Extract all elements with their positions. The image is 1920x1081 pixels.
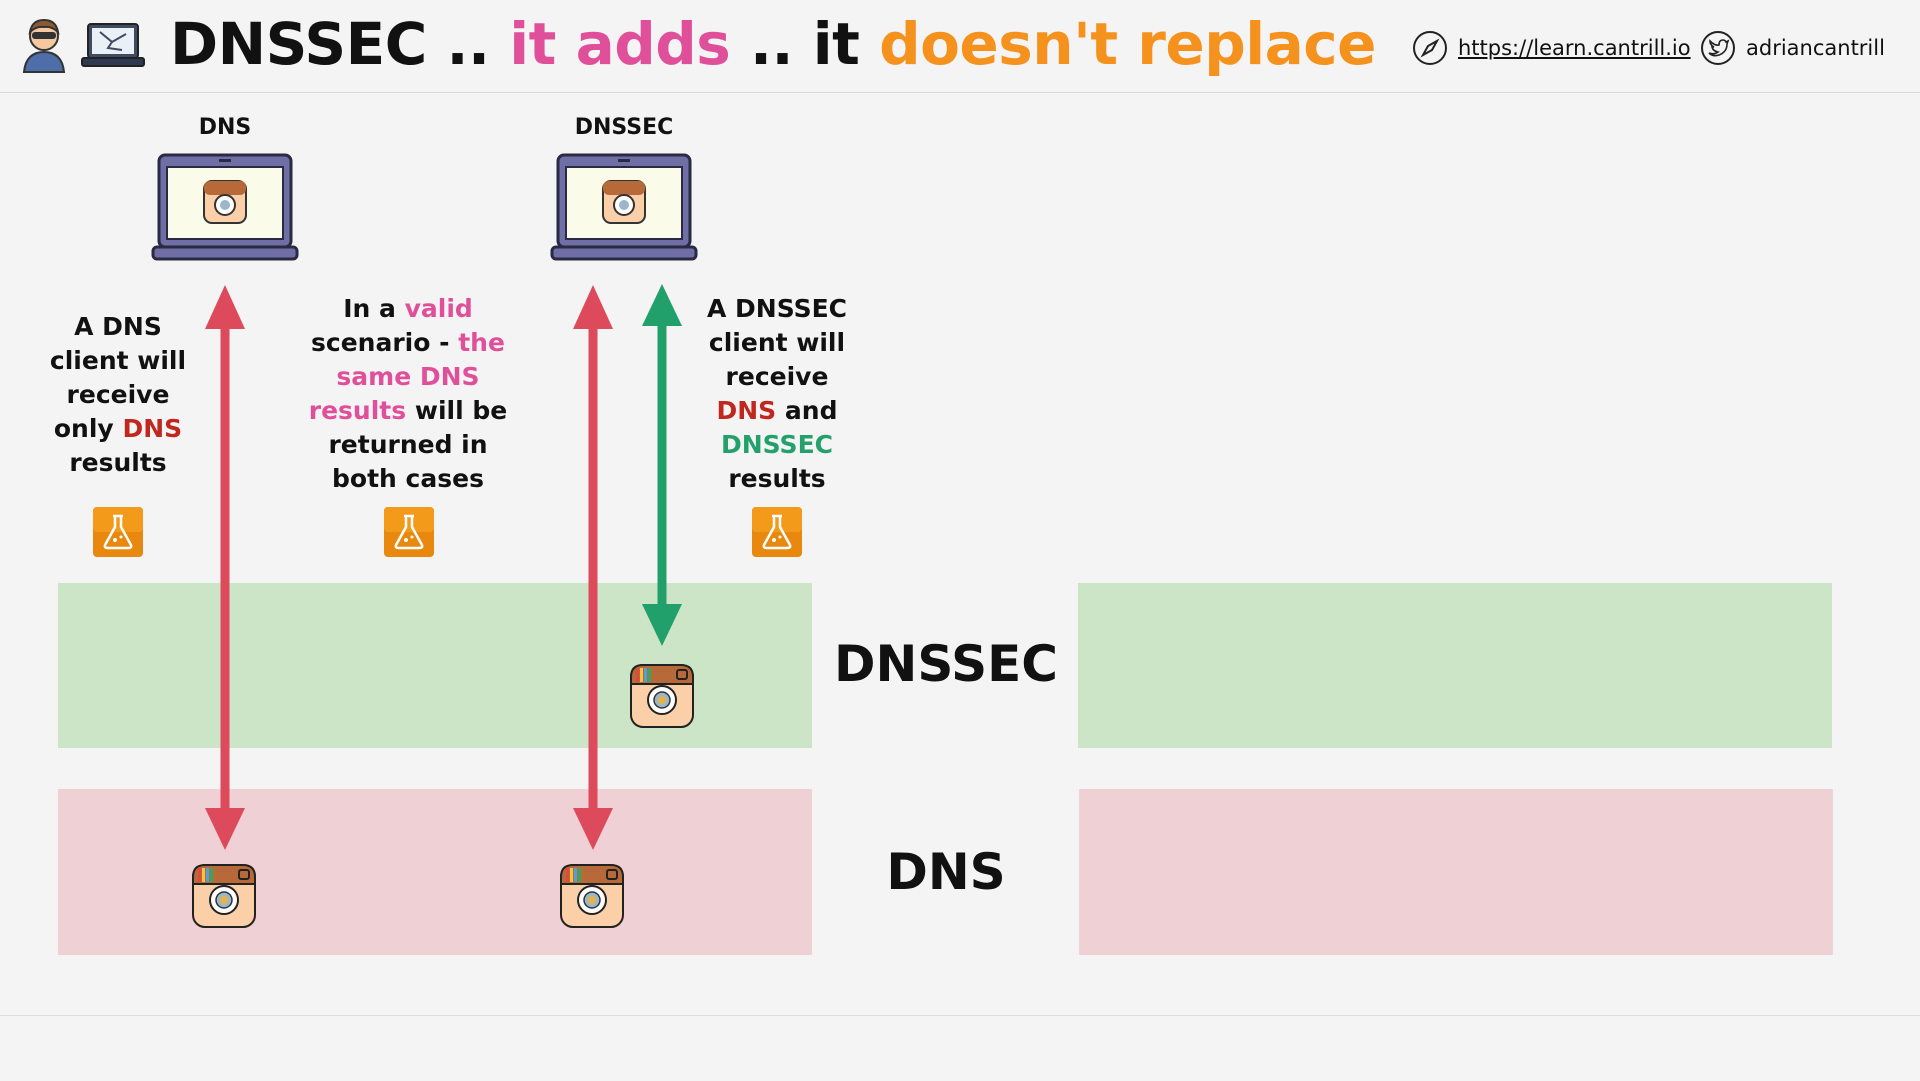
note-line: DNS and (692, 394, 862, 428)
title-part-dnssec: DNSSEC .. (170, 10, 490, 78)
valid-scenario-note: In a valid scenario - the same DNS resul… (308, 292, 508, 496)
note-line: same DNS (336, 362, 480, 391)
compass-icon (1413, 31, 1447, 65)
note-highlight: results (308, 396, 407, 425)
cracked-laptop-icon (81, 20, 145, 74)
note-line: returned in (328, 430, 488, 459)
dns-query-arrow-middle (573, 285, 613, 850)
dnssec-client-label: DNSSEC (574, 115, 674, 140)
note-line: receive (725, 362, 829, 391)
website-link[interactable]: https://learn.cantrill.io (1458, 36, 1691, 60)
note-line: A DNS (74, 312, 162, 341)
note-line: In a valid (308, 292, 508, 326)
note-line: results will be (308, 394, 508, 428)
laptop-icon (550, 153, 698, 261)
title-part-it: .. it (749, 10, 860, 78)
flask-icon (384, 507, 434, 557)
dnssec-band-label: DNSSEC (834, 635, 1058, 693)
twitter-handle[interactable]: adriancantrill (1746, 36, 1885, 60)
footer-bar (0, 1015, 1920, 1081)
note-text: only (53, 414, 114, 443)
note-line: A DNSSEC (706, 294, 848, 323)
twitter-group[interactable]: adriancantrill (1700, 30, 1885, 66)
dns-highlight: DNS (122, 414, 183, 443)
valid-highlight: valid (404, 294, 473, 323)
dns-client-label: DNS (198, 115, 252, 140)
note-text: scenario - (311, 328, 450, 357)
person-avatar-icon (22, 16, 66, 76)
title-part-it-adds: it adds (509, 10, 731, 78)
header-bar: DNSSEC .. it adds .. it doesn't replace … (0, 0, 1920, 93)
note-text: will be (414, 396, 508, 425)
note-line: receive (66, 380, 170, 409)
dns-query-arrow-left (205, 285, 245, 850)
note-line: client will (708, 328, 846, 357)
twitter-icon (1701, 31, 1735, 65)
flask-icon (752, 507, 802, 557)
note-line: scenario - the (308, 326, 508, 360)
dns-band-left (58, 789, 812, 955)
note-line: both cases (332, 464, 484, 493)
dnssec-band-right (1078, 583, 1832, 748)
dns-band-label: DNS (886, 843, 1006, 901)
website-link-group[interactable]: https://learn.cantrill.io (1412, 30, 1691, 66)
note-highlight: the (458, 328, 505, 357)
dnssec-client-note: A DNSSEC client will receive DNS and DNS… (692, 292, 862, 496)
instagram-icon (192, 864, 256, 928)
note-line: results (728, 464, 826, 493)
dns-band-right (1079, 789, 1833, 955)
dns-highlight: DNS (716, 396, 777, 425)
page-title: DNSSEC .. it adds .. it doesn't replace (170, 10, 1376, 78)
instagram-icon (630, 664, 694, 728)
note-line: client will (49, 346, 187, 375)
dns-client-note: A DNS client will receive only DNS resul… (38, 310, 198, 480)
note-line: only DNS (38, 412, 198, 446)
title-part-doesnt-replace: doesn't replace (879, 10, 1376, 78)
note-line: results (69, 448, 167, 477)
dnssec-band-left (58, 583, 812, 748)
dnssec-query-arrow (642, 284, 682, 646)
instagram-icon (560, 864, 624, 928)
note-text: In a (343, 294, 396, 323)
laptop-icon (151, 153, 299, 261)
flask-icon (93, 507, 143, 557)
note-text: and (784, 396, 838, 425)
dnssec-highlight: DNSSEC (721, 430, 833, 459)
